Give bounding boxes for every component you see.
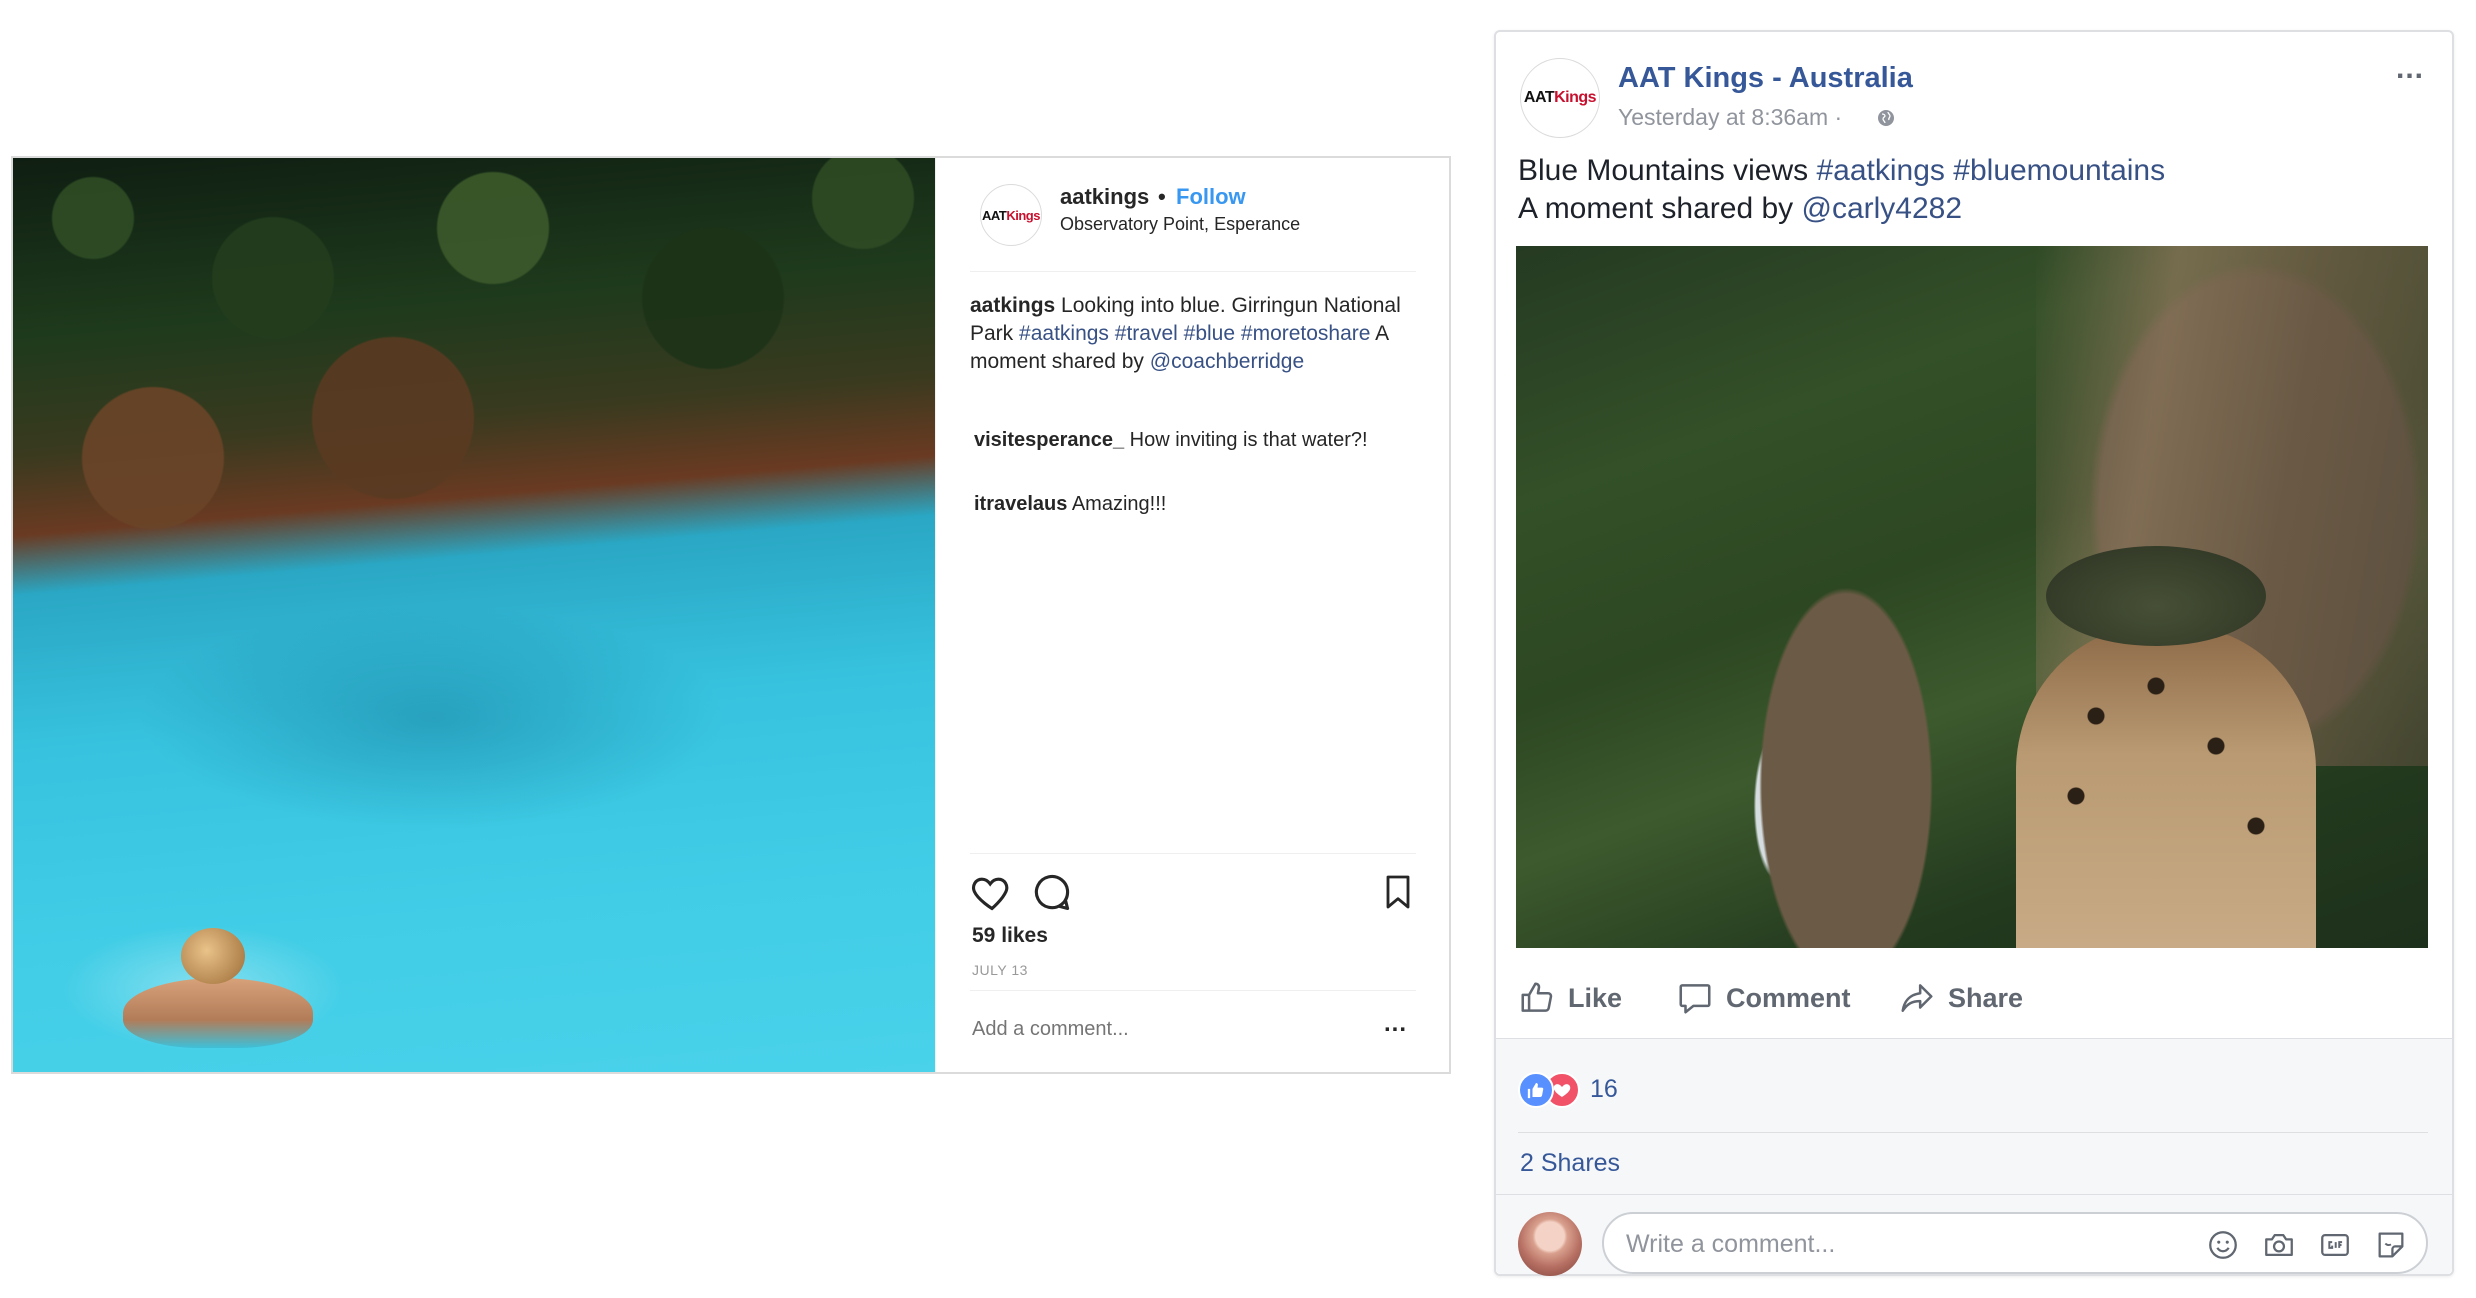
user-avatar[interactable] xyxy=(1518,1212,1582,1276)
hashtag-link[interactable]: #bluemountains xyxy=(1953,154,2165,187)
comment-item: visitesperance_ How inviting is that wat… xyxy=(974,426,1404,454)
camera-icon[interactable] xyxy=(2262,1228,2296,1262)
sticker-icon[interactable] xyxy=(2374,1228,2408,1262)
hashtag-link[interactable]: #moretoshare xyxy=(1241,322,1371,345)
more-options-button[interactable]: ... xyxy=(1384,1010,1407,1038)
like-icon xyxy=(1521,982,1553,1012)
bookmark-icon[interactable] xyxy=(1378,870,1418,914)
comment-area-divider xyxy=(1496,1194,2452,1195)
page-name-link[interactable]: AAT Kings - Australia xyxy=(1618,62,1913,95)
hashtag-link[interactable]: #blue xyxy=(1184,322,1235,345)
photo-swimmer-head xyxy=(181,928,245,984)
share-button[interactable]: Share xyxy=(1898,976,2023,1020)
post-menu-button[interactable]: ... xyxy=(2396,52,2424,86)
share-label: Share xyxy=(1948,982,2024,1013)
actions-divider xyxy=(970,853,1416,854)
gif-icon[interactable] xyxy=(2318,1228,2352,1262)
instagram-post-photo[interactable] xyxy=(13,158,935,1072)
post-date: JULY 13 xyxy=(972,962,1028,978)
globe-icon xyxy=(1878,110,1894,126)
reaction-count[interactable]: 16 xyxy=(1590,1072,1618,1106)
instagram-post-sidebar: AATKings aatkings • Follow Observatory P… xyxy=(935,158,1450,1072)
write-comment-input[interactable] xyxy=(1626,1228,2146,1260)
facebook-page-avatar[interactable]: AATKings xyxy=(1520,58,1600,138)
photo-hat xyxy=(2046,546,2266,646)
post-text: Blue Mountains views #aatkings #bluemoun… xyxy=(1518,152,2418,228)
comment-text: Amazing!!! xyxy=(1071,493,1167,515)
add-comment-input[interactable] xyxy=(972,1018,1352,1041)
likes-count[interactable]: 59 likes xyxy=(972,924,1048,948)
username-separator: • xyxy=(1158,184,1166,209)
hashtag-link[interactable]: #aatkings xyxy=(1817,154,1945,187)
comment-item: itravelaus Amazing!!! xyxy=(974,490,1404,518)
like-button[interactable]: Like xyxy=(1518,976,1622,1020)
photo-foliage xyxy=(13,158,935,538)
instagram-avatar[interactable]: AATKings xyxy=(980,184,1042,246)
shares-count[interactable]: 2 Shares xyxy=(1520,1146,1620,1180)
facebook-post: AATKings AAT Kings - Australia Yesterday… xyxy=(1494,30,2454,1276)
comment-divider xyxy=(970,990,1416,991)
heart-icon[interactable] xyxy=(970,870,1014,914)
shares-divider xyxy=(1518,1132,2428,1133)
avatar-logo-text: AATKings xyxy=(982,207,1040,223)
comment-icon xyxy=(1679,984,1711,1014)
comment-username[interactable]: itravelaus xyxy=(974,493,1067,515)
hashtag-link[interactable]: #aatkings xyxy=(1019,322,1109,345)
header-divider xyxy=(970,271,1416,272)
avatar-logo-text: AATKings xyxy=(1523,89,1597,106)
comment-username[interactable]: visitesperance_ xyxy=(974,429,1124,451)
comment-bubble-icon[interactable] xyxy=(1030,870,1074,914)
caption-username[interactable]: aatkings xyxy=(970,294,1055,317)
like-label: Like xyxy=(1568,982,1623,1013)
facebook-post-photo[interactable] xyxy=(1516,246,2428,948)
post-text-line: Blue Mountains views xyxy=(1518,154,1809,187)
photo-person xyxy=(2016,626,2316,948)
share-icon xyxy=(1901,984,1933,1012)
photo-swimmer xyxy=(123,978,313,1048)
comment-button[interactable]: Comment xyxy=(1676,976,1851,1020)
emoji-icon[interactable] xyxy=(2206,1228,2240,1262)
comment-text: How inviting is that water?! xyxy=(1129,429,1368,451)
instagram-post: AATKings aatkings • Follow Observatory P… xyxy=(11,156,1451,1074)
instagram-username[interactable]: aatkings xyxy=(1060,184,1149,210)
post-timestamp[interactable]: Yesterday at 8:36am · xyxy=(1618,104,1842,131)
comment-label: Comment xyxy=(1726,982,1851,1013)
mention-link[interactable]: @carly4282 xyxy=(1802,192,1963,225)
post-text-line: A moment shared by xyxy=(1518,192,1794,225)
like-reaction-icon[interactable] xyxy=(1518,1072,1554,1108)
mention-link[interactable]: @coachberridge xyxy=(1150,350,1304,373)
follow-button[interactable]: Follow xyxy=(1176,184,1246,210)
post-location[interactable]: Observatory Point, Esperance xyxy=(1060,214,1300,235)
post-caption: aatkings Looking into blue. Girringun Na… xyxy=(970,292,1430,376)
hashtag-link[interactable]: #travel xyxy=(1115,322,1178,345)
